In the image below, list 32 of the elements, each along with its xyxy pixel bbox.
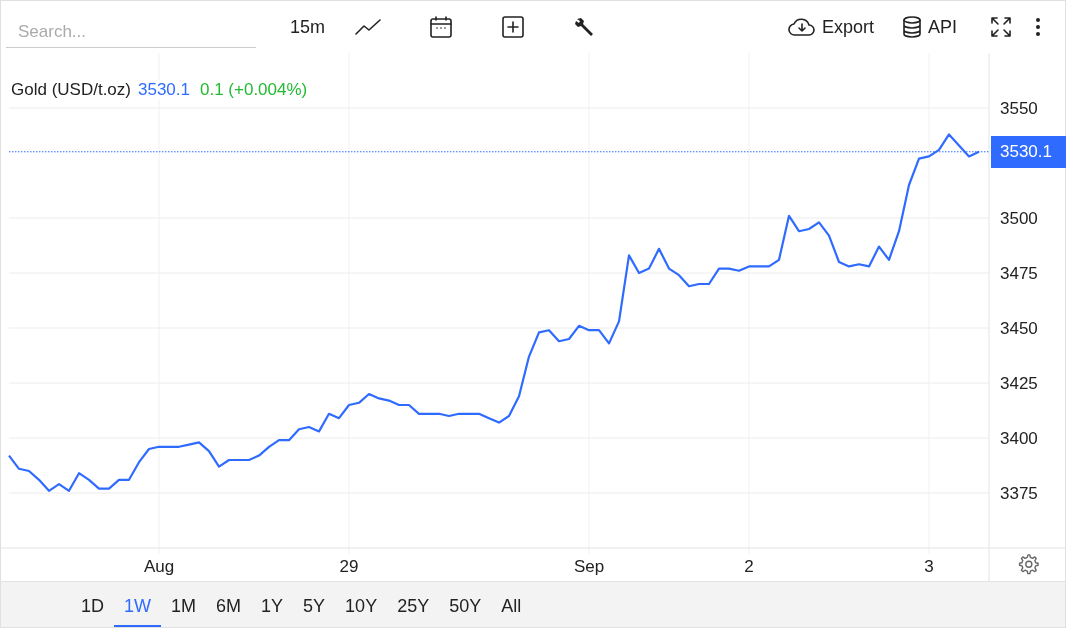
x-axis-label: 2 — [744, 557, 754, 576]
price-change: 0.1 (+0.004%) — [200, 80, 308, 100]
range-tab[interactable]: 1D — [71, 582, 114, 627]
x-axis-label: Sep — [573, 557, 605, 576]
range-tab[interactable]: All — [491, 582, 532, 627]
price-label: 3530.1 — [991, 135, 1066, 168]
x-axis-label: Aug — [143, 557, 175, 576]
api-button[interactable]: API — [898, 12, 961, 42]
x-axis-label: 3 — [924, 557, 934, 576]
range-tab[interactable]: 10Y — [335, 582, 388, 627]
instrument-name: Gold (USD/t.oz) — [11, 80, 131, 100]
x-axis-label: 29 — [339, 557, 359, 576]
y-axis-label: 3400 — [1000, 429, 1038, 448]
range-tab[interactable]: 1Y — [251, 582, 294, 627]
settings-icon[interactable] — [1017, 553, 1039, 575]
cloud-download-icon — [787, 16, 816, 38]
y-axis-label: 3425 — [1000, 374, 1038, 393]
range-tab[interactable]: 6M — [206, 582, 252, 627]
y-axis-label: 3500 — [1000, 209, 1038, 228]
database-icon — [902, 16, 922, 38]
range-tab[interactable]: 1M — [161, 582, 207, 627]
interval-button[interactable]: 15m — [286, 12, 329, 42]
range-tab[interactable]: 1W — [114, 582, 161, 627]
range-tab[interactable]: 5Y — [293, 582, 336, 627]
y-axis-label: 3450 — [1000, 319, 1038, 338]
y-axis-label: 3550 — [1000, 99, 1038, 118]
export-button[interactable]: Export — [783, 12, 878, 42]
range-tab[interactable]: 50Y — [439, 582, 492, 627]
y-axis-label: 3375 — [1000, 484, 1038, 503]
y-axis-label: 3475 — [1000, 264, 1038, 283]
range-tab[interactable]: 25Y — [387, 582, 440, 627]
last-price: 3530.1 — [138, 80, 190, 100]
